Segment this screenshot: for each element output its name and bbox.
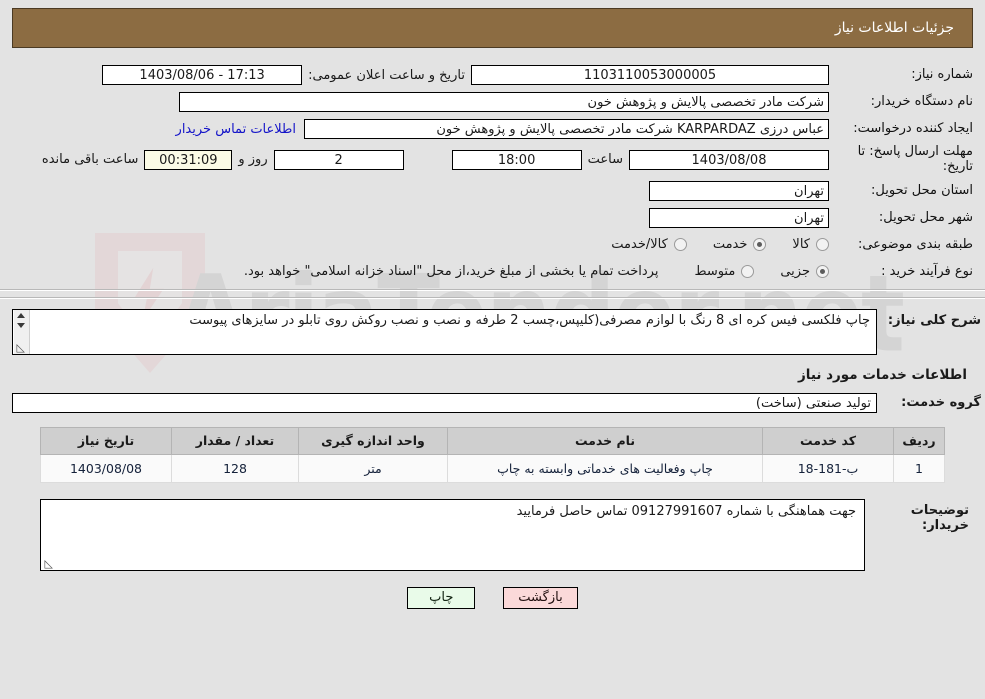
column-header-unit: واحد اندازه گیری xyxy=(298,426,448,455)
deadline-countdown: 00:31:09 xyxy=(144,149,233,170)
need-info-form: شماره نیاز: 1103110053000005 تاریخ و ساع… xyxy=(0,64,985,283)
deadline-date-value: 1403/08/08 xyxy=(629,149,829,170)
deadline-label: مهلت ارسال پاسخ: تا تاریخ: xyxy=(857,144,973,174)
general-description-row: شرح کلی نیاز: چاپ فلکسی فیس کره ای 8 رنگ… xyxy=(0,308,985,355)
buyer-org-label: نام دستگاه خریدار: xyxy=(870,93,973,109)
cell-radif: 1 xyxy=(893,453,945,483)
need-number-value: 1103110053000005 xyxy=(471,65,829,85)
request-creator-value: عباس درزی KARPARDAZ شرکت مادر تخصصی پالا… xyxy=(304,119,829,139)
scroll-up-arrow-icon[interactable] xyxy=(15,311,28,320)
purchase-process-radio-group: جزیی متوسط xyxy=(668,264,829,279)
radio-kala-label: کالا xyxy=(792,237,810,253)
cell-need-date: 1403/08/08 xyxy=(40,453,172,483)
deadline-remaining-label: ساعت باقی مانده xyxy=(41,152,139,168)
delivery-province-label: استان محل تحویل: xyxy=(871,182,973,198)
delivery-city-value: تهران xyxy=(649,207,829,228)
service-group-value: تولید صنعتی (ساخت) xyxy=(12,392,877,413)
row-deadline: مهلت ارسال پاسخ: تا تاریخ: 1403/08/08 سا… xyxy=(0,144,977,175)
deadline-days-label: روز و xyxy=(238,152,268,168)
radio-option-khedmat[interactable]: خدمت xyxy=(713,237,767,252)
row-need-number: شماره نیاز: 1103110053000005 تاریخ و ساع… xyxy=(0,64,977,86)
radio-motavaset-label: متوسط xyxy=(694,264,736,280)
print-button[interactable]: چاپ xyxy=(407,586,476,609)
delivery-province-value: تهران xyxy=(649,180,829,201)
cell-service-code: ب-181-18 xyxy=(762,453,894,483)
radio-kala-icon[interactable] xyxy=(816,238,829,252)
row-delivery-province: استان محل تحویل: تهران xyxy=(0,180,977,202)
service-group-row: گروه خدمت: تولید صنعتی (ساخت) xyxy=(0,392,985,413)
radio-option-jozee[interactable]: جزیی xyxy=(780,264,829,279)
radio-option-kala-khedmat[interactable]: کالا/خدمت xyxy=(611,237,687,252)
scroll-down-arrow-icon[interactable] xyxy=(15,321,28,330)
cell-quantity: 128 xyxy=(171,453,299,483)
buyer-notes-label: توضیحات خریدار: xyxy=(910,502,969,533)
page-header: جزئیات اطلاعات نیاز xyxy=(12,8,973,48)
row-delivery-city: شهر محل تحویل: تهران xyxy=(0,207,977,229)
row-request-creator: ایجاد کننده درخواست: عباس درزی KARPARDAZ… xyxy=(0,118,977,140)
buyer-notes-row: توضیحات خریدار: جهت هماهنگی با شماره 091… xyxy=(40,498,973,571)
radio-khedmat-label: خدمت xyxy=(712,237,748,253)
purchase-process-note: پرداخت تمام یا بخشی از مبلغ خرید،از محل … xyxy=(243,264,659,280)
general-description-value: چاپ فلکسی فیس کره ای 8 رنگ با لوازم مصرف… xyxy=(189,312,870,328)
section-divider-top-2 xyxy=(0,296,985,299)
buyer-notes-value: جهت هماهنگی با شماره 09127991607 تماس حا… xyxy=(516,503,856,519)
announce-datetime-label: تاریخ و ساعت اعلان عمومی: xyxy=(308,67,465,83)
subject-category-label: طبقه بندی موضوعی: xyxy=(857,236,973,252)
general-description-textarea[interactable]: چاپ فلکسی فیس کره ای 8 رنگ با لوازم مصرف… xyxy=(12,308,877,355)
services-table: ردیف کد خدمت نام خدمت واحد اندازه گیری ت… xyxy=(40,426,945,483)
buyer-org-value: شرکت مادر تخصصی پالایش و پژوهش خون xyxy=(179,92,829,112)
service-group-label: گروه خدمت: xyxy=(901,395,981,411)
radio-jozee-icon[interactable] xyxy=(816,265,829,279)
radio-jozee-label: جزیی xyxy=(780,264,810,280)
deadline-time-label: ساعت xyxy=(587,152,623,168)
page-title: جزئیات اطلاعات نیاز xyxy=(834,20,954,36)
button-bar: بازگشت چاپ xyxy=(0,586,985,609)
announce-datetime-value: 1403/08/06 - 17:13 xyxy=(102,65,303,85)
column-header-need-date: تاریخ نیاز xyxy=(40,426,172,455)
table-header-row: ردیف کد خدمت نام خدمت واحد اندازه گیری ت… xyxy=(40,426,945,455)
request-creator-label: ایجاد کننده درخواست: xyxy=(853,120,973,136)
cell-service-name: چاپ وفعالیت های خدماتی وابسته به چاپ xyxy=(447,453,763,483)
subject-category-radio-group: کالا خدمت کالا/خدمت xyxy=(585,237,829,252)
deadline-days-value: 2 xyxy=(273,149,404,170)
radio-option-kala[interactable]: کالا xyxy=(792,237,829,252)
row-buyer-org: نام دستگاه خریدار: شرکت مادر تخصصی پالای… xyxy=(0,91,977,113)
radio-motavaset-icon[interactable] xyxy=(741,265,755,279)
row-subject-category: طبقه بندی موضوعی: کالا خدمت کالا/خدمت xyxy=(0,234,977,256)
radio-kala-khedmat-label: کالا/خدمت xyxy=(611,237,668,253)
services-table-wrap: ردیف کد خدمت نام خدمت واحد اندازه گیری ت… xyxy=(40,426,945,483)
row-purchase-process: نوع فرآیند خرید : جزیی متوسط پرداخت تمام… xyxy=(0,261,977,283)
back-button[interactable]: بازگشت xyxy=(503,586,578,609)
purchase-process-label: نوع فرآیند خرید : xyxy=(881,263,973,279)
delivery-city-label: شهر محل تحویل: xyxy=(878,209,973,225)
cell-unit: متر xyxy=(298,453,448,483)
description-resize-grip-icon[interactable]: ◺ xyxy=(15,342,25,353)
section-divider-top xyxy=(0,288,985,291)
buyer-contact-link[interactable]: اطلاعات تماس خریدار xyxy=(168,122,304,137)
need-number-label: شماره نیاز: xyxy=(911,66,973,82)
column-header-quantity: تعداد / مقدار xyxy=(171,426,299,455)
deadline-time-value: 18:00 xyxy=(451,149,582,170)
column-header-service-name: نام خدمت xyxy=(447,426,763,455)
buyer-notes-resize-grip-icon[interactable]: ◺ xyxy=(43,558,53,569)
general-description-label: شرح کلی نیاز: xyxy=(887,312,981,328)
radio-kala-khedmat-icon[interactable] xyxy=(673,238,687,252)
buyer-notes-textarea[interactable]: جهت هماهنگی با شماره 09127991607 تماس حا… xyxy=(40,498,865,571)
column-header-service-code: کد خدمت xyxy=(762,426,894,455)
services-section-heading: اطلاعات خدمات مورد نیاز xyxy=(797,366,967,383)
column-header-radif: ردیف xyxy=(893,426,945,455)
radio-option-motavaset[interactable]: متوسط xyxy=(694,264,755,280)
radio-khedmat-icon[interactable] xyxy=(753,238,767,252)
table-row: 1 ب-181-18 چاپ وفعالیت های خدماتی وابسته… xyxy=(40,453,945,483)
